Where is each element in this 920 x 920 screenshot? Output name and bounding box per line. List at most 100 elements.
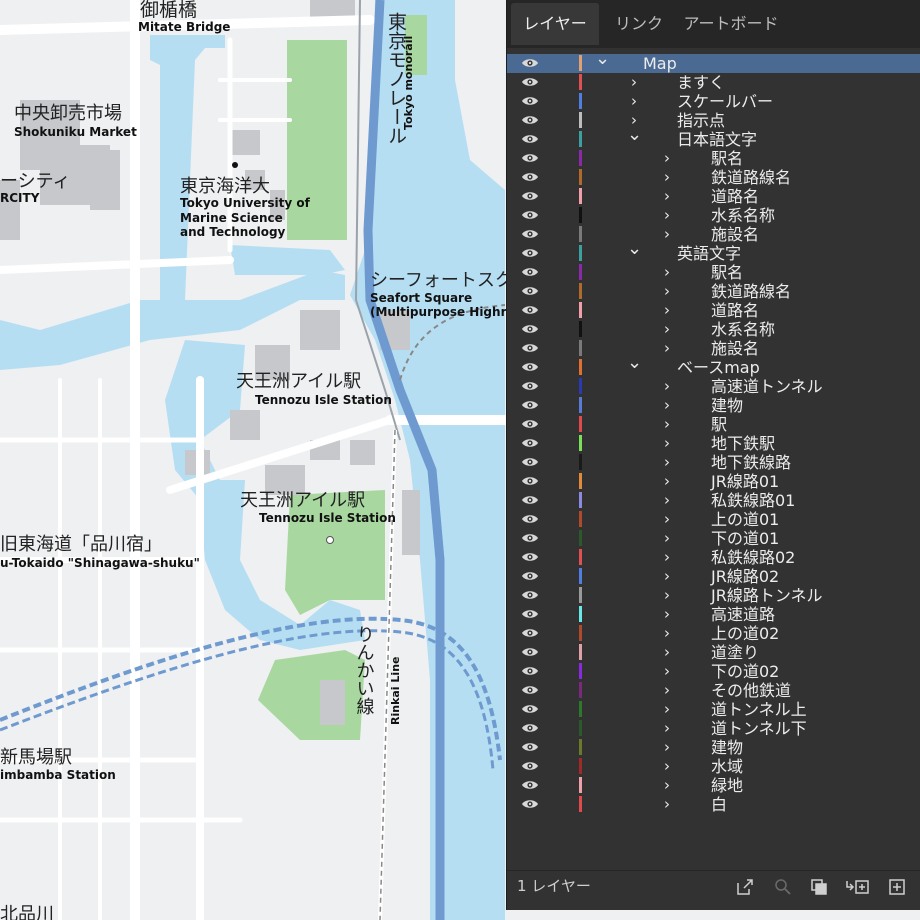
layer-row[interactable]: › 施設名 [507, 339, 920, 358]
chevron-right-icon[interactable]: › [660, 150, 674, 166]
layer-row[interactable]: › 地下鉄線路 [507, 453, 920, 472]
layer-row[interactable]: › 駅 [507, 415, 920, 434]
visibility-eye-icon[interactable] [521, 228, 539, 240]
visibility-eye-icon[interactable] [521, 209, 539, 221]
visibility-eye-icon[interactable] [521, 456, 539, 468]
chevron-right-icon[interactable]: › [660, 169, 674, 185]
visibility-eye-icon[interactable] [521, 513, 539, 525]
chevron-right-icon[interactable]: › [660, 530, 674, 546]
visibility-eye-icon[interactable] [521, 323, 539, 335]
visibility-eye-icon[interactable] [521, 437, 539, 449]
layer-row[interactable]: › 水域 [507, 757, 920, 776]
chevron-right-icon[interactable]: › [660, 378, 674, 394]
clipping-mask-icon[interactable] [809, 877, 829, 897]
layer-row[interactable]: › 私鉄線路01 [507, 491, 920, 510]
visibility-eye-icon[interactable] [521, 418, 539, 430]
visibility-eye-icon[interactable] [521, 133, 539, 145]
layer-row[interactable]: › JR線路01 [507, 472, 920, 491]
visibility-eye-icon[interactable] [521, 266, 539, 278]
visibility-eye-icon[interactable] [521, 798, 539, 810]
layer-row[interactable]: › 建物 [507, 738, 920, 757]
layer-row[interactable]: › スケールバー [507, 92, 920, 111]
chevron-right-icon[interactable]: › [660, 207, 674, 223]
layer-row[interactable]: ⌄ 日本語文字 [507, 126, 920, 149]
visibility-eye-icon[interactable] [521, 779, 539, 791]
visibility-eye-icon[interactable] [521, 570, 539, 582]
chevron-right-icon[interactable]: › [660, 796, 674, 812]
layer-row[interactable]: ⌄ ベースmap [507, 354, 920, 377]
layer-row[interactable]: › その他鉄道 [507, 681, 920, 700]
layer-row[interactable]: › 道トンネル下 [507, 719, 920, 738]
layer-row[interactable]: › 下の道02 [507, 662, 920, 681]
layer-row[interactable]: › ますく [507, 73, 920, 92]
layer-row[interactable]: › 私鉄線路02 [507, 548, 920, 567]
layer-row[interactable]: › 駅名 [507, 263, 920, 282]
layer-row[interactable]: › 上の道02 [507, 624, 920, 643]
chevron-right-icon[interactable]: › [660, 739, 674, 755]
chevron-right-icon[interactable]: › [660, 321, 674, 337]
chevron-down-icon[interactable]: ⌄ [595, 50, 610, 71]
chevron-right-icon[interactable]: › [660, 492, 674, 508]
visibility-eye-icon[interactable] [521, 171, 539, 183]
layer-row[interactable]: › 道路名 [507, 187, 920, 206]
layer-row[interactable]: › 地下鉄駅 [507, 434, 920, 453]
chevron-right-icon[interactable]: › [660, 720, 674, 736]
visibility-eye-icon[interactable] [521, 551, 539, 563]
layer-row[interactable]: › 施設名 [507, 225, 920, 244]
visibility-eye-icon[interactable] [521, 285, 539, 297]
chevron-right-icon[interactable]: › [660, 644, 674, 660]
chevron-right-icon[interactable]: › [660, 226, 674, 242]
visibility-eye-icon[interactable] [521, 76, 539, 88]
chevron-right-icon[interactable]: › [660, 188, 674, 204]
visibility-eye-icon[interactable] [521, 114, 539, 126]
chevron-right-icon[interactable]: › [660, 606, 674, 622]
visibility-eye-icon[interactable] [521, 627, 539, 639]
layer-row[interactable]: ⌄ 英語文字 [507, 240, 920, 263]
visibility-eye-icon[interactable] [521, 304, 539, 316]
chevron-right-icon[interactable]: › [660, 340, 674, 356]
visibility-eye-icon[interactable] [521, 152, 539, 164]
chevron-right-icon[interactable]: › [660, 454, 674, 470]
visibility-eye-icon[interactable] [521, 741, 539, 753]
layer-row[interactable]: › 上の道01 [507, 510, 920, 529]
new-sublayer-icon[interactable] [845, 877, 871, 897]
visibility-eye-icon[interactable] [521, 57, 539, 69]
layer-row[interactable]: › 駅名 [507, 149, 920, 168]
chevron-right-icon[interactable]: › [660, 511, 674, 527]
visibility-eye-icon[interactable] [521, 380, 539, 392]
chevron-right-icon[interactable]: › [660, 758, 674, 774]
chevron-right-icon[interactable]: › [627, 74, 641, 90]
chevron-right-icon[interactable]: › [660, 701, 674, 717]
layer-row[interactable]: › 高速道路 [507, 605, 920, 624]
chevron-right-icon[interactable]: › [660, 435, 674, 451]
chevron-right-icon[interactable]: › [660, 568, 674, 584]
chevron-down-icon[interactable]: ⌄ [627, 240, 642, 261]
chevron-right-icon[interactable]: › [660, 587, 674, 603]
visibility-eye-icon[interactable] [521, 703, 539, 715]
chevron-right-icon[interactable]: › [660, 283, 674, 299]
layer-row[interactable]: › 水系名称 [507, 206, 920, 225]
layer-row[interactable]: › 指示点 [507, 111, 920, 130]
layer-row[interactable]: › 鉄道路線名 [507, 282, 920, 301]
chevron-right-icon[interactable]: › [660, 473, 674, 489]
chevron-right-icon[interactable]: › [660, 397, 674, 413]
chevron-down-icon[interactable]: ⌄ [627, 354, 642, 375]
tab-artboards[interactable]: アートボード [675, 3, 787, 45]
layer-row[interactable]: › 道トンネル上 [507, 700, 920, 719]
layer-row[interactable]: › 道塗り [507, 643, 920, 662]
visibility-eye-icon[interactable] [521, 475, 539, 487]
layer-row[interactable]: › JR線路トンネル [507, 586, 920, 605]
layer-row[interactable]: › 高速道トンネル [507, 377, 920, 396]
visibility-eye-icon[interactable] [521, 532, 539, 544]
visibility-eye-icon[interactable] [521, 95, 539, 107]
layer-row[interactable]: ⌄ Map [507, 50, 920, 73]
visibility-eye-icon[interactable] [521, 190, 539, 202]
chevron-right-icon[interactable]: › [660, 777, 674, 793]
chevron-down-icon[interactable]: ⌄ [627, 126, 642, 147]
layer-row[interactable]: › 緑地 [507, 776, 920, 795]
visibility-eye-icon[interactable] [521, 494, 539, 506]
layer-row[interactable]: › 白 [507, 795, 920, 814]
layer-row[interactable]: › 鉄道路線名 [507, 168, 920, 187]
layer-row[interactable]: › JR線路02 [507, 567, 920, 586]
visibility-eye-icon[interactable] [521, 646, 539, 658]
